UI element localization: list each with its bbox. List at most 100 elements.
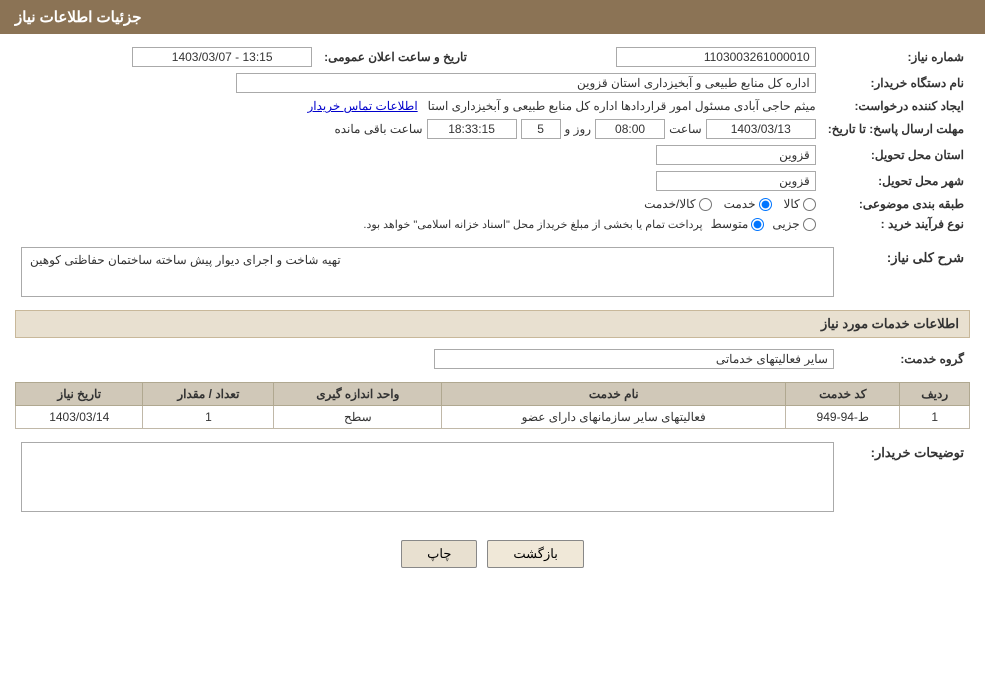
city-field: قزوین [656,171,816,191]
buyer-org-field: اداره کل منابع طبیعی و آبخیزداری استان ق… [236,73,816,93]
print-button[interactable]: چاپ [401,540,477,568]
cat-label-both: کالا/خدمت [644,197,695,211]
announce-label: تاریخ و ساعت اعلان عمومی: [318,44,487,70]
table-row: گروه خدمت: سایر فعالیتهای خدماتی [15,346,970,372]
proc-radio-medium[interactable] [751,218,764,231]
creator-link[interactable]: اطلاعات تماس خریدار [307,99,417,113]
col-header-qty: تعداد / مقدار [143,383,274,406]
table-row: 1ط-94-949فعالیتهای سایر سازمانهای دارای … [16,406,970,429]
proc-label-partial: جزیی [772,217,799,231]
proc-label-medium: متوسط [711,217,749,231]
table-row: شماره نیاز: 1103003261000010 تاریخ و ساع… [15,44,970,70]
buyer-org-value: اداره کل منابع طبیعی و آبخیزداری استان ق… [15,70,822,96]
city-label: شهر محل تحویل: [822,168,970,194]
services-table-section: ردیف کد خدمت نام خدمت واحد اندازه گیری ت… [15,382,970,429]
creator-text: میثم حاجی آبادی مسئول امور قراردادها ادا… [428,99,816,113]
category-option-service: خدمت [724,197,772,211]
deadline-date-field: 1403/03/13 [706,119,816,139]
services-table-head: ردیف کد خدمت نام خدمت واحد اندازه گیری ت… [16,383,970,406]
category-option-kala: کالا [784,197,816,211]
service-group-table: گروه خدمت: سایر فعالیتهای خدماتی [15,346,970,372]
need-desc-text: تهیه شاخت و اجرای دیوار پیش ساخته ساختما… [30,253,341,267]
info-table: شماره نیاز: 1103003261000010 تاریخ و ساع… [15,44,970,234]
table-row: مهلت ارسال پاسخ: تا تاریخ: 1403/03/13 سا… [15,116,970,142]
need-desc-section: شرح کلی نیاز: تهیه شاخت و اجرای دیوار پی… [15,244,970,300]
main-info-section: شماره نیاز: 1103003261000010 تاریخ و ساع… [15,44,970,234]
service-group-value: سایر فعالیتهای خدماتی [15,346,840,372]
need-desc-label: شرح کلی نیاز: [840,244,970,300]
deadline-days-field: 5 [521,119,561,139]
need-desc-box: تهیه شاخت و اجرای دیوار پیش ساخته ساختما… [21,247,834,297]
creator-value: میثم حاجی آبادی مسئول امور قراردادها ادا… [15,96,822,116]
need-number-value: 1103003261000010 [487,44,822,70]
deadline-remain-field: 18:33:15 [427,119,517,139]
announce-value: 1403/03/07 - 13:15 [15,44,318,70]
services-table-body: 1ط-94-949فعالیتهای سایر سازمانهای دارای … [16,406,970,429]
deadline-time-field: 08:00 [595,119,665,139]
table-row: استان محل تحویل: قزوین [15,142,970,168]
category-option-both: کالا/خدمت [644,197,711,211]
buyer-desc-section: توضیحات خریدار: [15,439,970,515]
buyer-desc-label: توضیحات خریدار: [840,439,970,515]
category-options: کالا خدمت کالا/خدمت [15,194,822,214]
deadline-remain-label: ساعت باقی مانده [334,122,422,136]
cell-name: فعالیتهای سایر سازمانهای دارای عضو [442,406,786,429]
deadline-day-label: روز و [565,122,592,136]
deadline-time-label: ساعت [669,122,702,136]
creator-label: ایجاد کننده درخواست: [822,96,970,116]
page-title: جزئیات اطلاعات نیاز [15,9,142,26]
service-group-label: گروه خدمت: [840,346,970,372]
cell-code: ط-94-949 [786,406,900,429]
table-row: شرح کلی نیاز: تهیه شاخت و اجرای دیوار پی… [15,244,970,300]
province-value: قزوین [15,142,822,168]
city-value: قزوین [15,168,822,194]
process-options: جزیی متوسط پرداخت تمام یا بخشی از مبلغ خ… [15,214,822,234]
table-row: نام دستگاه خریدار: اداره کل منابع طبیعی … [15,70,970,96]
deadline-row: 1403/03/13 ساعت 08:00 روز و 5 18:33:15 س… [15,116,822,142]
buyer-desc-box [21,442,834,512]
cell-row: 1 [900,406,970,429]
services-table: ردیف کد خدمت نام خدمت واحد اندازه گیری ت… [15,382,970,429]
table-row: ایجاد کننده درخواست: میثم حاجی آبادی مسئ… [15,96,970,116]
footer-buttons: بازگشت چاپ [15,525,970,578]
content-area: شماره نیاز: 1103003261000010 تاریخ و ساع… [0,34,985,588]
table-row: توضیحات خریدار: [15,439,970,515]
buyer-desc-value [15,439,840,515]
buyer-desc-table: توضیحات خریدار: [15,439,970,515]
buyer-org-label: نام دستگاه خریدار: [822,70,970,96]
service-group-field: سایر فعالیتهای خدماتی [434,349,834,369]
col-header-name: نام خدمت [442,383,786,406]
deadline-label: مهلت ارسال پاسخ: تا تاریخ: [822,116,970,142]
service-group-section: گروه خدمت: سایر فعالیتهای خدماتی [15,346,970,372]
need-desc-value: تهیه شاخت و اجرای دیوار پیش ساخته ساختما… [15,244,840,300]
col-header-code: کد خدمت [786,383,900,406]
table-row: ردیف کد خدمت نام خدمت واحد اندازه گیری ت… [16,383,970,406]
cell-date: 1403/03/14 [16,406,143,429]
cat-label-service: خدمت [724,197,756,211]
cell-unit: سطح [274,406,442,429]
cell-qty: 1 [143,406,274,429]
table-row: نوع فرآیند خرید : جزیی متوسط پرداخت [15,214,970,234]
page-header: جزئیات اطلاعات نیاز [0,0,985,34]
need-number-field: 1103003261000010 [616,47,816,67]
back-button[interactable]: بازگشت [487,540,583,568]
province-field: قزوین [656,145,816,165]
need-desc-table: شرح کلی نیاز: تهیه شاخت و اجرای دیوار پی… [15,244,970,300]
col-header-unit: واحد اندازه گیری [274,383,442,406]
category-label: طبقه بندی موضوعی: [822,194,970,214]
col-header-date: تاریخ نیاز [16,383,143,406]
col-header-row: ردیف [900,383,970,406]
process-description: پرداخت تمام یا بخشی از مبلغ خریداز محل "… [363,218,702,231]
page-wrapper: جزئیات اطلاعات نیاز شماره نیاز: 11030032… [0,0,985,691]
process-option-partial: جزیی [772,217,815,231]
proc-radio-partial[interactable] [803,218,816,231]
cat-radio-kala[interactable] [803,198,816,211]
services-section-title: اطلاعات خدمات مورد نیاز [15,310,970,338]
need-number-label: شماره نیاز: [822,44,970,70]
table-row: شهر محل تحویل: قزوین [15,168,970,194]
cat-label-kala: کالا [784,197,800,211]
table-row: طبقه بندی موضوعی: کالا خدمت [15,194,970,214]
cat-radio-service[interactable] [759,198,772,211]
process-label: نوع فرآیند خرید : [822,214,970,234]
cat-radio-both[interactable] [699,198,712,211]
